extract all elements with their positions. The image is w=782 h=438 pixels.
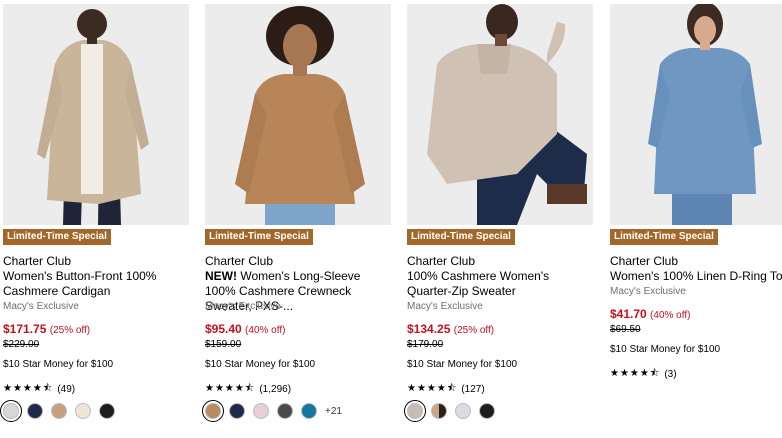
color-swatch[interactable] [455, 403, 471, 419]
color-swatch[interactable] [27, 403, 43, 419]
percent-off: (40% off) [245, 325, 286, 336]
color-swatch[interactable] [75, 403, 91, 419]
star-money-promo: $10 Star Money for $100 [3, 359, 114, 370]
original-price: $159.00 [205, 339, 242, 350]
color-swatch[interactable] [253, 403, 269, 419]
brand-name[interactable]: Charter Club [3, 254, 71, 268]
product-image[interactable] [407, 4, 593, 225]
limited-time-badge: Limited-Time Special [407, 229, 515, 245]
brand-name[interactable]: Charter Club [407, 254, 475, 268]
sale-price-row: $134.25 (25% off) [407, 322, 494, 336]
color-swatch[interactable] [431, 403, 447, 419]
star-rating-icon: ★★★★⯪ [3, 383, 54, 394]
star-money-promo: $10 Star Money for $100 [610, 344, 721, 355]
percent-off: (25% off) [453, 325, 495, 336]
brand-name[interactable]: Charter Club [610, 254, 678, 268]
rating-row[interactable]: ★★★★⯪ (49) [3, 381, 75, 398]
exclusive-label: Macy's Exclusive [205, 301, 281, 312]
product-grid: Limited-Time Special Charter Club Women'… [0, 0, 782, 438]
sale-price-row: $171.75 (25% off) [3, 322, 90, 336]
product-card[interactable]: Limited-Time Special Charter Club Women'… [0, 0, 189, 438]
percent-off: (25% off) [49, 325, 91, 336]
exclusive-label: Macy's Exclusive [407, 301, 483, 312]
color-swatch[interactable] [301, 403, 317, 419]
color-swatches [404, 400, 503, 422]
sale-price: $171.75 [3, 322, 47, 336]
exclusive-label: Macy's Exclusive [3, 301, 79, 312]
product-title[interactable]: Women's Button-Front 100% Cashmere Cardi… [3, 269, 189, 299]
color-swatch[interactable] [0, 400, 22, 422]
review-count: (1,296) [259, 384, 292, 395]
product-title[interactable]: 100% Cashmere Women's Quarter-Zip Sweate… [407, 269, 593, 299]
color-swatches: +21 [202, 400, 342, 422]
sale-price-row: $41.70 (40% off) [610, 307, 690, 321]
exclusive-label: Macy's Exclusive [610, 286, 686, 297]
product-image[interactable] [3, 4, 189, 225]
color-swatch[interactable] [51, 403, 67, 419]
star-money-promo: $10 Star Money for $100 [407, 359, 518, 370]
sale-price: $95.40 [205, 322, 242, 336]
sale-price-row: $95.40 (40% off) [205, 322, 285, 336]
original-price: $229.00 [3, 339, 40, 350]
color-swatch[interactable] [229, 403, 245, 419]
original-price: $179.00 [407, 339, 444, 350]
color-swatch[interactable] [99, 403, 115, 419]
product-image[interactable] [610, 4, 782, 225]
product-title[interactable]: Women's 100% Linen D-Ring Top [610, 269, 782, 284]
product-card[interactable]: Limited-Time Special Charter Club NEW! W… [202, 0, 391, 438]
product-card[interactable]: Limited-Time Special Charter Club Women'… [610, 0, 782, 438]
product-image[interactable] [205, 4, 391, 225]
star-rating-icon: ★★★★⯪ [610, 368, 661, 379]
brand-name[interactable]: Charter Club [205, 254, 273, 268]
product-card[interactable]: Limited-Time Special Charter Club 100% C… [404, 0, 593, 438]
limited-time-badge: Limited-Time Special [3, 229, 111, 245]
star-rating-icon: ★★★★⯪ [407, 383, 458, 394]
original-price: $69.50 [610, 324, 641, 335]
new-tag: NEW! [205, 269, 237, 283]
rating-row[interactable]: ★★★★⯪ (1,296) [205, 381, 291, 398]
color-swatches [0, 400, 123, 422]
sale-price: $41.70 [610, 307, 647, 321]
color-swatch[interactable] [277, 403, 293, 419]
review-count: (49) [57, 384, 76, 395]
more-colors-link[interactable]: +21 [325, 406, 342, 417]
review-count: (127) [461, 384, 485, 395]
color-swatch[interactable] [479, 403, 495, 419]
percent-off: (40% off) [650, 310, 691, 321]
rating-row[interactable]: ★★★★⯪ (127) [407, 381, 485, 398]
star-money-promo: $10 Star Money for $100 [205, 359, 316, 370]
rating-row[interactable]: ★★★★⯪ (3) [610, 366, 677, 383]
limited-time-badge: Limited-Time Special [205, 229, 313, 245]
star-rating-icon: ★★★★⯪ [205, 383, 256, 394]
color-swatch[interactable] [404, 400, 426, 422]
limited-time-badge: Limited-Time Special [610, 229, 718, 245]
review-count: (3) [664, 369, 677, 380]
color-swatch[interactable] [202, 400, 224, 422]
sale-price: $134.25 [407, 322, 451, 336]
